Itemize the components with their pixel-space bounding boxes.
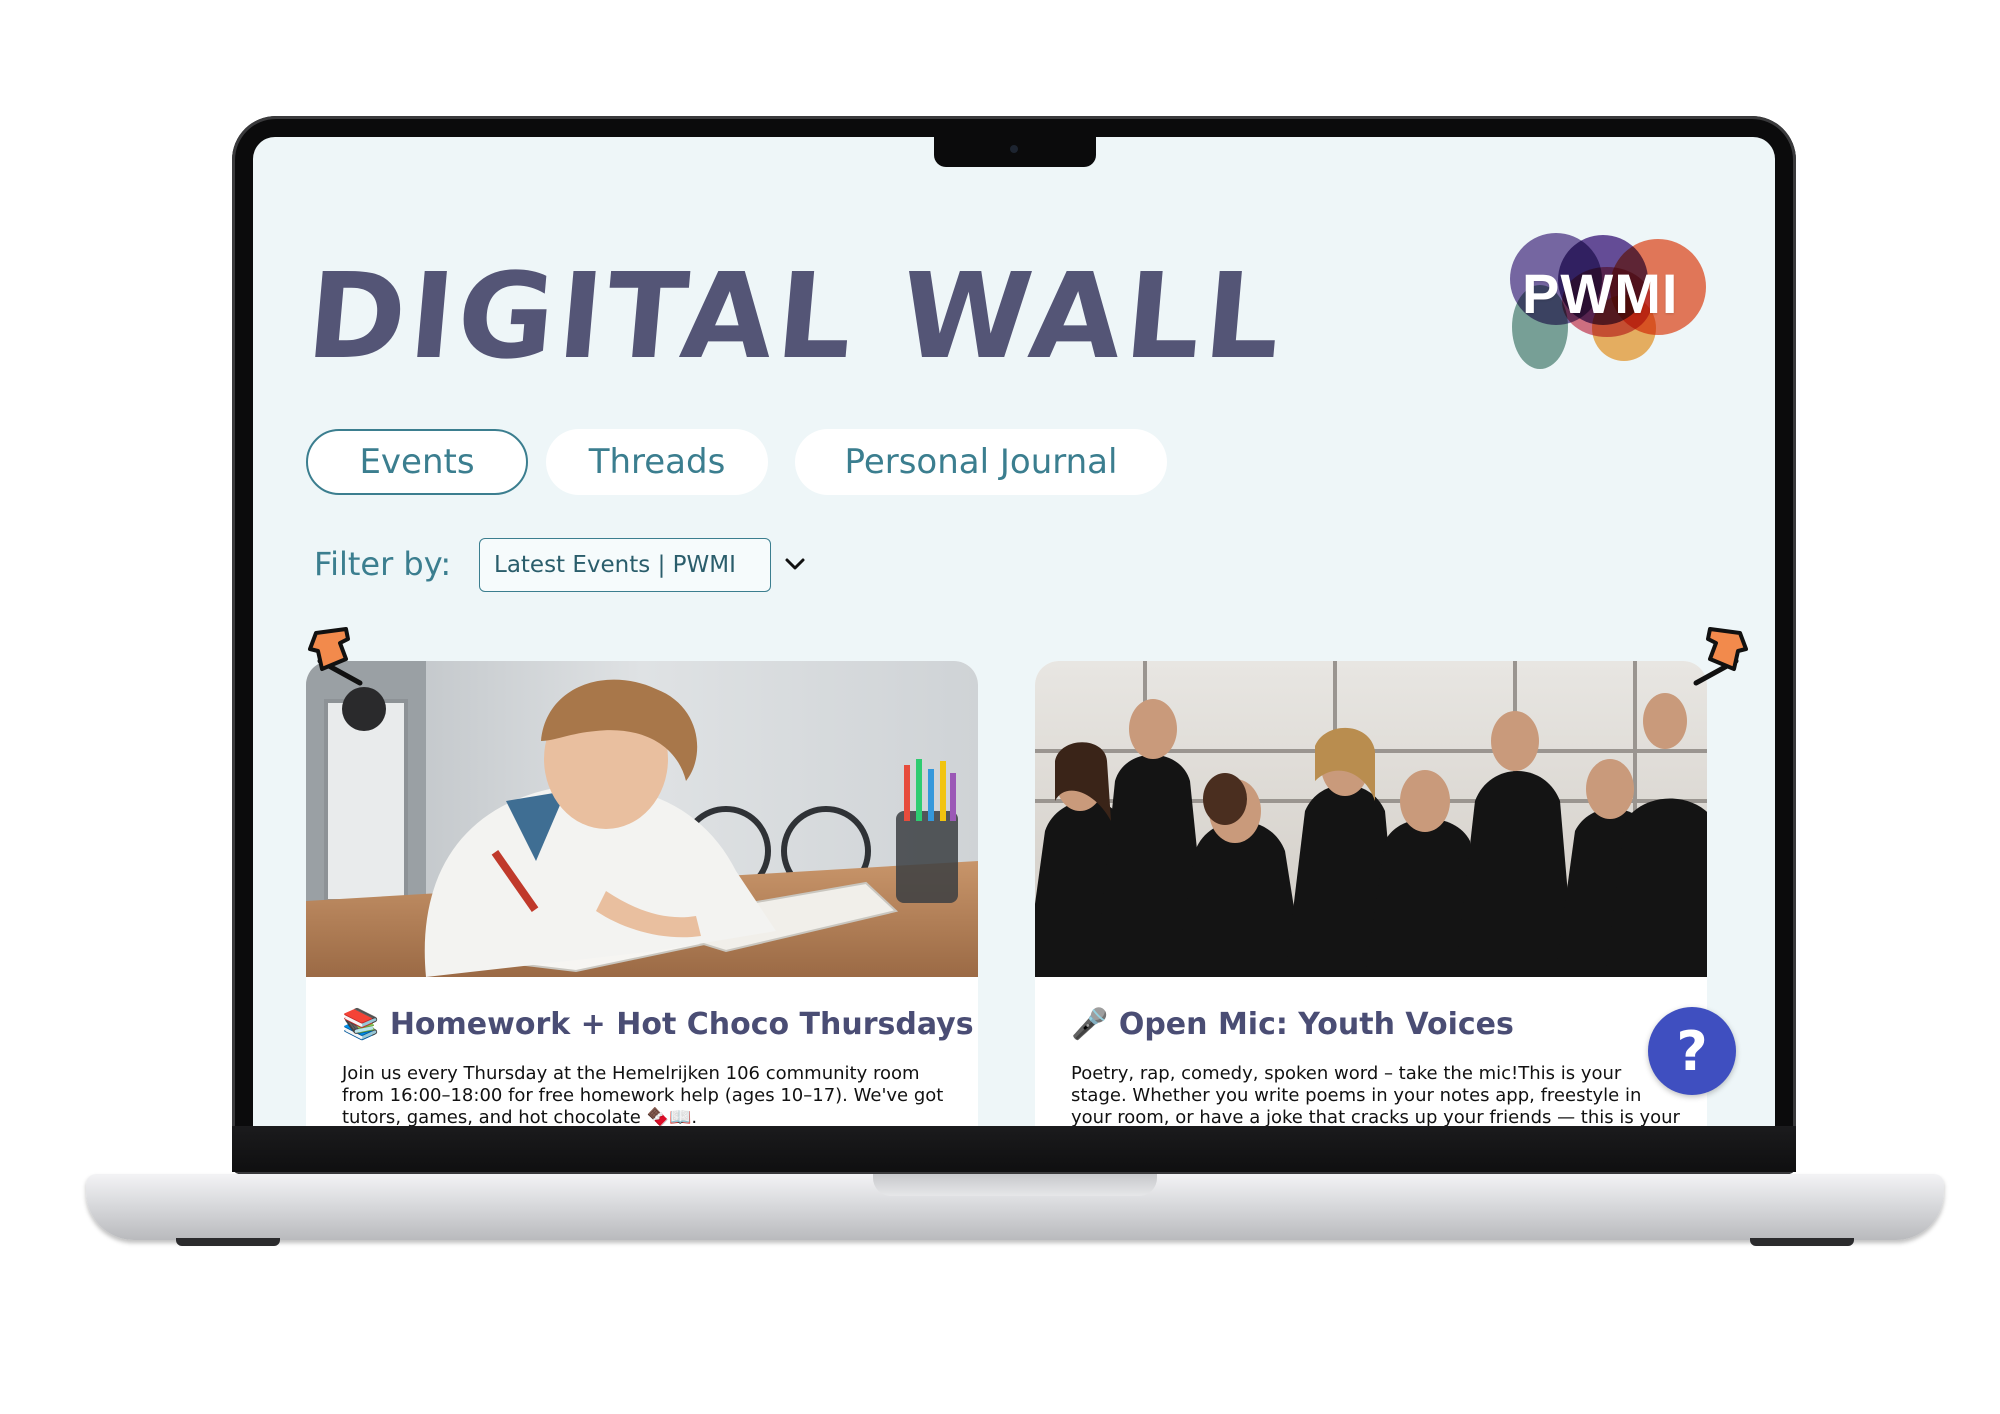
- tab-label: Events: [359, 442, 475, 482]
- page-title: DIGITAL WALL: [301, 247, 1291, 385]
- tab-events[interactable]: Events: [306, 429, 528, 495]
- card-title-text: Homework + Hot Choco Thursdays: [389, 1007, 974, 1042]
- filter-selected-value: Latest Events | PWMI: [494, 552, 736, 578]
- pushpin-icon: [1693, 627, 1748, 686]
- tab-personal-journal[interactable]: Personal Journal: [795, 429, 1167, 495]
- app-screen: DIGITAL WALL PWMI Events Threads Persona…: [253, 137, 1775, 1126]
- card-description: Join us every Thursday at the Hemelrijke…: [342, 1063, 944, 1126]
- logo-text: PWMI: [1522, 262, 1679, 325]
- books-icon: 📚: [342, 1007, 380, 1042]
- laptop-foot-left: [176, 1238, 280, 1246]
- event-card-open-mic[interactable]: 🎤 Open Mic: Youth Voices Poetry, rap, co…: [1035, 661, 1707, 1126]
- pwmi-logo: PWMI: [1510, 233, 1710, 373]
- camera-icon: [1010, 145, 1018, 153]
- card-title[interactable]: 📚 Homework + Hot Choco Thursdays: [342, 1007, 974, 1042]
- laptop-opening-lip: [873, 1174, 1157, 1196]
- tab-label: Personal Journal: [844, 442, 1118, 482]
- tab-label: Threads: [588, 442, 726, 482]
- chevron-down-icon[interactable]: [783, 555, 807, 573]
- laptop-foot-right: [1750, 1238, 1854, 1246]
- event-card-homework[interactable]: 📚 Homework + Hot Choco Thursdays Join us…: [306, 661, 978, 1126]
- card-title-text: Open Mic: Youth Voices: [1118, 1007, 1514, 1042]
- help-button[interactable]: ?: [1648, 1007, 1736, 1095]
- laptop-screen-chin: [232, 1126, 1796, 1172]
- card-description: Poetry, rap, comedy, spoken word – take …: [1071, 1063, 1680, 1126]
- youth-choir-singing-photo: [1035, 661, 1707, 977]
- pushpin-icon: [308, 627, 363, 686]
- microphone-icon: 🎤: [1071, 1007, 1109, 1042]
- filter-select[interactable]: Latest Events | PWMI: [479, 538, 771, 592]
- card-title[interactable]: 🎤 Open Mic: Youth Voices: [1071, 1007, 1514, 1042]
- help-icon: ?: [1676, 1019, 1708, 1083]
- filter-label: Filter by:: [314, 545, 452, 583]
- camera-notch: [934, 137, 1096, 167]
- boy-doing-homework-photo: [306, 661, 978, 977]
- tab-threads[interactable]: Threads: [546, 429, 768, 495]
